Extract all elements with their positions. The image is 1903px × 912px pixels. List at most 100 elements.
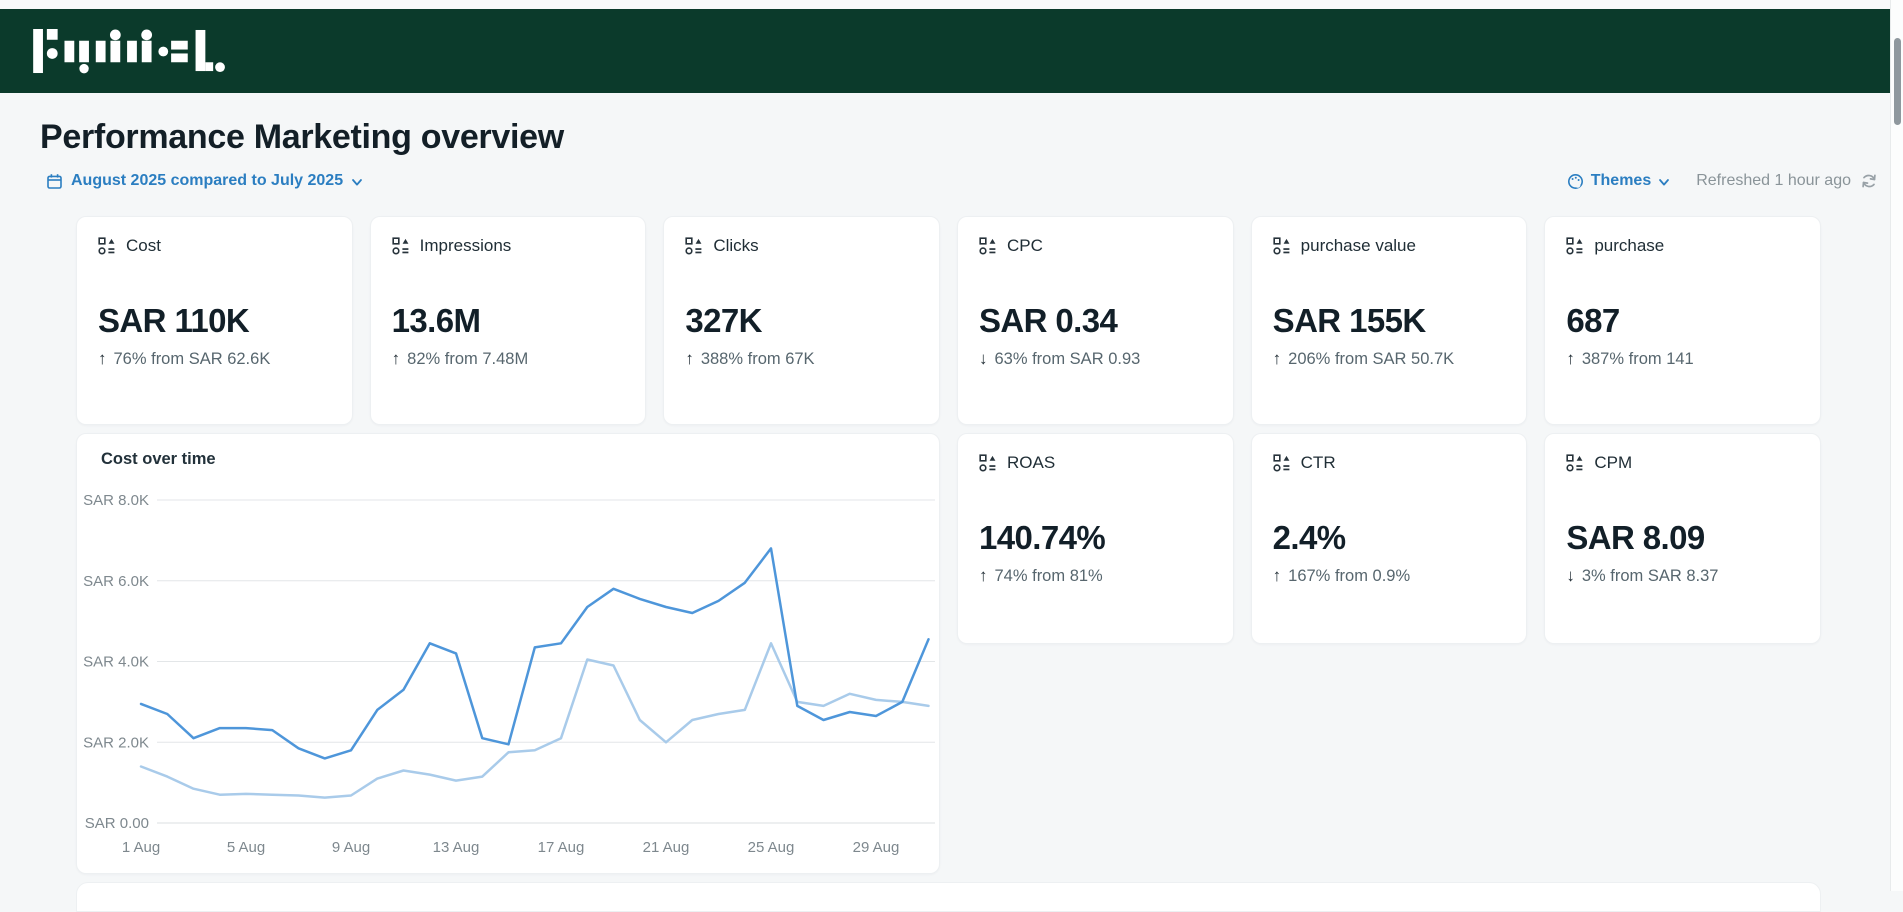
- kpi-value: 13.6M: [391, 302, 481, 339]
- calendar-icon: [47, 173, 62, 189]
- kpi-value: 327K: [685, 302, 762, 339]
- kpi-card-cpc[interactable]: CPC SAR 0.34 ↓ 63% from SAR 0.93: [956, 216, 1234, 425]
- trend-up-icon: ↑: [1566, 349, 1575, 368]
- kpi-delta-text: 76% from SAR 62.6K: [113, 349, 271, 368]
- svg-text:SAR 6.0K: SAR 6.0K: [83, 573, 149, 590]
- trend-up-icon: ↑: [1272, 566, 1282, 585]
- metric-icon: [1273, 237, 1290, 255]
- next-card-partial: [76, 882, 1821, 912]
- kpi-card-roas[interactable]: ROAS 140.74% ↑ 74% from 81%: [957, 433, 1234, 644]
- svg-text:21 Aug: 21 Aug: [643, 839, 690, 856]
- themes-label: Themes: [1590, 172, 1652, 189]
- kpi-delta-text: 74% from 81%: [994, 566, 1103, 585]
- kpi-delta: ↓ 3% from SAR 8.37: [1566, 566, 1799, 586]
- kpi-label: CTR: [1300, 453, 1336, 472]
- kpi-delta-text: 206% from SAR 50.7K: [1288, 349, 1455, 368]
- cost-over-time-card[interactable]: Cost over time SAR 8.0K SAR 6.0K SAR 4.0K S…: [76, 433, 940, 874]
- refresh-icon[interactable]: [1860, 172, 1878, 190]
- svg-text:13 Aug: 13 Aug: [433, 839, 480, 856]
- trend-up-icon: ↑: [1272, 349, 1282, 368]
- date-range-selector[interactable]: August 2025 compared to July 2025: [46, 172, 363, 190]
- refreshed-label: Refreshed 1 hour ago: [1696, 172, 1851, 189]
- kpi-label: Impressions: [419, 236, 512, 255]
- vertical-scrollbar[interactable]: [1890, 0, 1903, 891]
- kpi-card-ctr[interactable]: CTR 2.4% ↑ 167% from 0.9%: [1250, 433, 1528, 644]
- kpi-card-cpm[interactable]: CPM SAR 8.09 ↓ 3% from SAR 8.37: [1544, 433, 1821, 644]
- kpi-delta: ↑ 76% from SAR 62.6K: [98, 349, 331, 369]
- kpi-card-purchase[interactable]: purchase 687 ↑ 387% from 141: [1544, 216, 1821, 425]
- cost-over-time-chart: SAR 8.0K SAR 6.0K SAR 4.0K SAR 2.0K SAR 0.00…: [83, 492, 935, 856]
- kpi-delta-text: 388% from 67K: [700, 349, 815, 368]
- palette-icon: [1567, 173, 1583, 189]
- kpi-value: SAR 0.34: [978, 302, 1118, 339]
- kpi-delta: ↓ 63% from SAR 0.93: [979, 349, 1212, 369]
- kpi-card-purchase-value[interactable]: purchase value SAR 155K ↑ 206% from SAR …: [1250, 216, 1528, 425]
- funnel-logo: [33, 28, 225, 73]
- trend-down-icon: ↓: [978, 349, 988, 368]
- date-range-label: August 2025 compared to July 2025: [71, 172, 344, 189]
- kpi-value: 2.4%: [1272, 519, 1346, 556]
- refreshed-status: Refreshed 1 hour ago: [1696, 172, 1878, 190]
- kpi-label: CPM: [1594, 453, 1633, 472]
- kpi-delta: ↑ 206% from SAR 50.7K: [1273, 349, 1506, 369]
- trend-up-icon: ↑: [979, 566, 988, 585]
- metric-icon: [1566, 237, 1583, 255]
- kpi-delta: ↑ 388% from 67K: [685, 349, 918, 369]
- kpi-label: purchase: [1594, 236, 1665, 255]
- metric-icon: [1566, 454, 1583, 472]
- kpi-grid-row2: Cost over time SAR 8.0K SAR 6.0K SAR 4.0K S…: [76, 433, 1821, 874]
- metric-icon: [979, 237, 996, 255]
- kpi-delta: ↑ 387% from 141: [1566, 349, 1799, 369]
- app-header: [0, 9, 1890, 93]
- kpi-delta-text: 82% from 7.48M: [407, 349, 529, 368]
- trend-down-icon: ↓: [1566, 566, 1575, 585]
- metric-icon: [1273, 454, 1290, 472]
- svg-text:25 Aug: 25 Aug: [748, 839, 795, 856]
- kpi-delta: ↑ 74% from 81%: [979, 566, 1212, 586]
- dashboard: Performance Marketing overview August 20…: [0, 115, 1903, 912]
- metric-icon: [685, 237, 702, 255]
- toolbar: August 2025 compared to July 2025 Themes: [0, 168, 1903, 194]
- kpi-delta-text: 167% from 0.9%: [1288, 566, 1411, 585]
- trend-up-icon: ↑: [98, 349, 107, 368]
- svg-text:SAR 0.00: SAR 0.00: [85, 815, 149, 832]
- kpi-value: SAR 155K: [1272, 302, 1427, 339]
- svg-text:9 Aug: 9 Aug: [332, 839, 370, 856]
- kpi-card-impressions[interactable]: Impressions 13.6M ↑ 82% from 7.48M: [369, 216, 647, 425]
- kpi-label: CPC: [1006, 236, 1043, 255]
- kpi-card-clicks[interactable]: Clicks 327K ↑ 388% from 67K: [663, 216, 940, 425]
- chevron-down-icon: [1659, 178, 1670, 185]
- kpi-delta: ↑ 167% from 0.9%: [1273, 566, 1506, 586]
- top-strip: [0, 0, 1903, 9]
- metric-icon: [98, 237, 115, 255]
- themes-button[interactable]: Themes: [1567, 172, 1670, 190]
- metric-icon: [979, 454, 996, 472]
- kpi-label: Clicks: [713, 236, 759, 255]
- svg-text:SAR 8.0K: SAR 8.0K: [83, 492, 149, 509]
- kpi-value: SAR 110K: [98, 302, 250, 339]
- trend-up-icon: ↑: [685, 349, 694, 368]
- kpi-card-cost[interactable]: Cost SAR 110K ↑ 76% from SAR 62.6K: [76, 216, 353, 425]
- kpi-label: purchase value: [1300, 236, 1416, 255]
- trend-up-icon: ↑: [391, 349, 401, 368]
- kpi-delta-text: 3% from SAR 8.37: [1581, 566, 1719, 585]
- kpi-value: SAR 8.09: [1566, 519, 1705, 556]
- chevron-down-icon: [352, 178, 363, 185]
- svg-text:SAR 4.0K: SAR 4.0K: [83, 654, 149, 671]
- scrollbar-thumb[interactable]: [1894, 38, 1901, 125]
- kpi-label: ROAS: [1007, 453, 1056, 472]
- page-title: Performance Marketing overview: [40, 118, 564, 156]
- svg-text:5 Aug: 5 Aug: [227, 839, 265, 856]
- kpi-label: Cost: [126, 236, 161, 255]
- kpi-delta-text: 63% from SAR 0.93: [994, 349, 1141, 368]
- svg-text:SAR 2.0K: SAR 2.0K: [83, 734, 149, 751]
- kpi-value: 687: [1566, 302, 1620, 339]
- metric-icon: [392, 237, 409, 255]
- kpi-grid-row1: Cost SAR 110K ↑ 76% from SAR 62.6K Impre…: [76, 216, 1821, 425]
- kpi-delta: ↑ 82% from 7.48M: [392, 349, 625, 369]
- svg-text:29 Aug: 29 Aug: [853, 839, 900, 856]
- kpi-delta-text: 387% from 141: [1581, 349, 1694, 368]
- svg-text:1 Aug: 1 Aug: [122, 839, 160, 856]
- svg-text:17 Aug: 17 Aug: [538, 839, 585, 856]
- kpi-value: 140.74%: [979, 519, 1106, 556]
